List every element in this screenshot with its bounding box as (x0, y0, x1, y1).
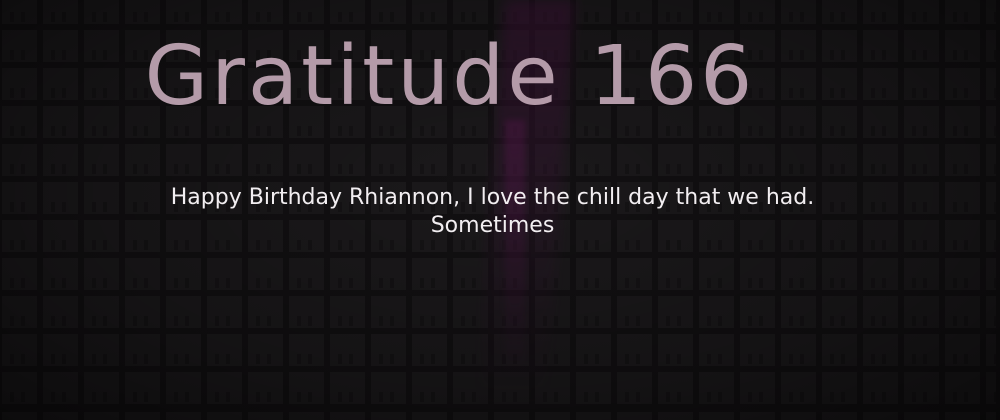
post-excerpt-line-2: Sometimes (430, 213, 555, 238)
post-excerpt-line-1: Happy Birthday Rhiannon, I love the chil… (170, 185, 815, 210)
post-excerpt: Happy Birthday Rhiannon, I love the chil… (0, 184, 985, 240)
post-title: Gratitude 166 (144, 29, 756, 124)
social-card: Gratitude 166 Happy Birthday Rhiannon, I… (0, 0, 1000, 420)
